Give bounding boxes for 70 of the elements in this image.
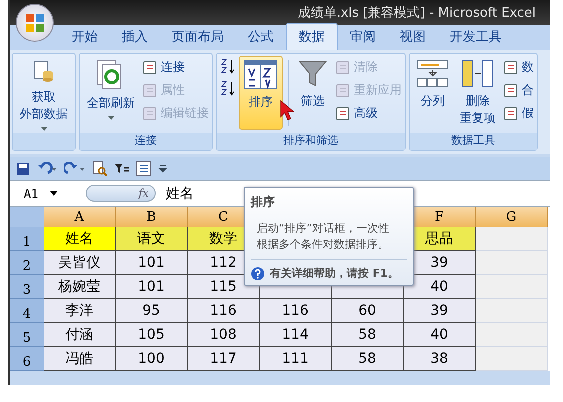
button-label-line: 全部刷新 <box>87 95 135 112</box>
ribbon-tab[interactable]: 数据 <box>286 23 338 50</box>
row-header[interactable]: 5 <box>10 323 44 347</box>
column-header[interactable]: A <box>44 207 116 227</box>
table-cell: 39 <box>404 299 476 323</box>
row-header[interactable]: 1 <box>10 227 44 251</box>
ribbon-button[interactable]: 排序 <box>239 56 283 130</box>
column-header[interactable]: B <box>116 207 188 227</box>
ribbon-tab[interactable]: 插入 <box>110 24 160 50</box>
table-cell: 105 <box>116 323 188 347</box>
help-hint: 有关详细帮助，请按 F1。 <box>270 266 399 281</box>
table-cell: 60 <box>332 299 404 323</box>
table-cell: 李洋 <box>44 299 116 323</box>
table-cell: 冯皓 <box>44 347 116 371</box>
table-cell: 108 <box>188 323 260 347</box>
ribbon-button[interactable]: 数 <box>503 58 534 77</box>
table-cell: 吴皆仪 <box>44 251 116 275</box>
button-label-line: 获取 <box>32 89 56 106</box>
ribbon-button[interactable]: 获取 外部数据 <box>16 56 72 130</box>
table-cell: 100 <box>116 347 188 371</box>
table-cell: 姓名 <box>44 227 116 251</box>
row-header[interactable]: 6 <box>10 347 44 371</box>
button-label-line: 重复项 <box>460 110 496 127</box>
table-cell: 101 <box>116 275 188 299</box>
button-label-line: 删除 <box>466 93 490 110</box>
table-cell: 58 <box>332 323 404 347</box>
ribbon-button[interactable]: 假 <box>503 104 534 123</box>
name-box[interactable]: A1 <box>10 186 86 200</box>
ribbon-button[interactable]: 分列 <box>413 56 453 130</box>
table-cell: 38 <box>404 347 476 371</box>
table-cell: 117 <box>188 347 260 371</box>
row-header[interactable]: 3 <box>10 275 44 299</box>
ribbon-button[interactable]: 合 <box>503 81 534 100</box>
table-cell: 114 <box>260 323 332 347</box>
table-cell: 40 <box>404 275 476 299</box>
window-title: 成绩单.xls [兼容模式] - Microsoft Excel <box>298 4 536 22</box>
formula-input[interactable]: 姓名 <box>156 184 194 202</box>
column-header[interactable]: G <box>476 207 548 227</box>
ribbon-button[interactable]: 高级 <box>335 104 402 123</box>
row-header[interactable]: 4 <box>10 299 44 323</box>
group-label: 连接 <box>80 133 212 150</box>
group-label: 数据工具 <box>410 133 537 150</box>
table-cell: 95 <box>116 299 188 323</box>
button-label-line: 排序 <box>249 94 273 111</box>
button-label-line: 筛选 <box>301 93 325 110</box>
ribbon-button[interactable]: 全部刷新 <box>83 56 139 130</box>
insert-function-button[interactable]: fx <box>138 187 149 200</box>
ribbon-tab[interactable]: 开始 <box>60 24 110 50</box>
group-label: 排序和筛选 <box>217 133 405 150</box>
ribbon-tab[interactable]: 页面布局 <box>160 24 236 50</box>
table-cell: 116 <box>188 299 260 323</box>
table-cell: 101 <box>116 251 188 275</box>
table-cell: 111 <box>260 347 332 371</box>
ribbon-tab[interactable]: 审阅 <box>338 24 388 50</box>
ribbon-tab[interactable]: 公式 <box>236 24 286 50</box>
formula-bar-splitter[interactable]: fx <box>86 185 156 202</box>
table-cell: 116 <box>260 299 332 323</box>
row-header[interactable]: 2 <box>10 251 44 275</box>
button-label-line: 分列 <box>421 93 445 110</box>
ribbon-button[interactable]: 删除 重复项 <box>456 56 500 130</box>
table-cell: 58 <box>332 347 404 371</box>
ribbon-tab[interactable]: 开发工具 <box>438 24 514 50</box>
table-cell: 杨婉莹 <box>44 275 116 299</box>
table-cell: 语文 <box>116 227 188 251</box>
button-label-line: 外部数据 <box>20 106 68 123</box>
table-cell: 付涵 <box>44 323 116 347</box>
table-cell: 40 <box>404 323 476 347</box>
ribbon-button[interactable]: 连接 <box>142 58 209 77</box>
ribbon-tab[interactable]: 视图 <box>388 24 438 50</box>
ribbon-button[interactable]: 筛选 <box>294 56 332 130</box>
